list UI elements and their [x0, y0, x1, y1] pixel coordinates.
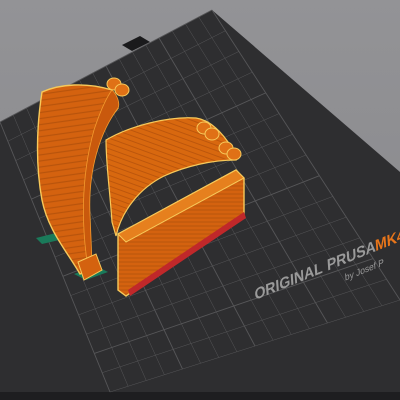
print-bed-scene[interactable]: ORIGINAL PRUSA MK4 by Josef P [0, 0, 400, 400]
3d-viewport[interactable]: ORIGINAL PRUSA MK4 by Josef P [0, 0, 400, 400]
